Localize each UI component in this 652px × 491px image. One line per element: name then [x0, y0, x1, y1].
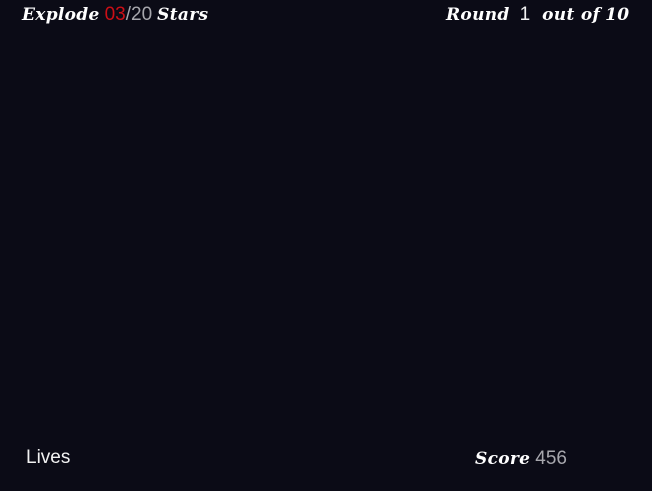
- round-indicator: Round 1 out of 10: [446, 4, 629, 26]
- lives-indicator: Lives: [26, 447, 70, 469]
- stars-target-count: 20: [131, 4, 153, 25]
- round-current: 1: [519, 4, 531, 25]
- round-label: Round: [446, 5, 510, 25]
- score-label: Score: [475, 449, 531, 469]
- goal-prefix: Explode: [22, 5, 100, 25]
- stars-exploded-count: 03: [104, 4, 126, 25]
- star-goal-counter: Explode 03 / 20 Stars: [22, 4, 208, 26]
- round-total: 10: [605, 5, 630, 25]
- game-screen: Explode 03 / 20 Stars Round 1 out of 10 …: [0, 0, 652, 491]
- round-out-of-label: out of: [542, 5, 601, 25]
- playfield[interactable]: [0, 30, 652, 440]
- score-value: 456: [535, 448, 567, 469]
- score-indicator: Score 456: [475, 448, 567, 470]
- goal-suffix: Stars: [157, 5, 209, 25]
- lives-label: Lives: [26, 447, 71, 468]
